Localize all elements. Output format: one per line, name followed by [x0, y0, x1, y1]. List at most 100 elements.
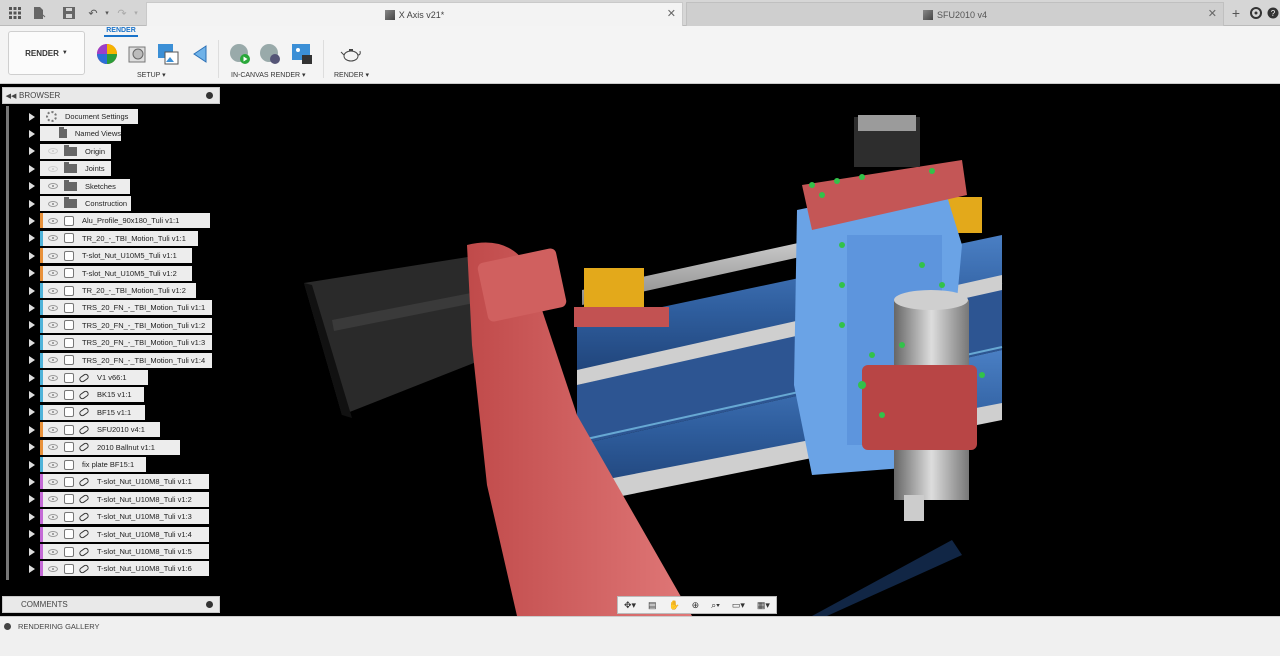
- visibility-eye-icon[interactable]: [48, 322, 58, 329]
- visibility-eye-icon[interactable]: [48, 148, 58, 155]
- browser-tree-row[interactable]: Alu_Profile_90x180_Tuli v1:1: [0, 213, 220, 229]
- expand-arrow-icon[interactable]: [29, 251, 35, 260]
- visibility-eye-icon[interactable]: [48, 531, 58, 538]
- browser-tree-node[interactable]: T-slot_Nut_U10M8_Tuli v1:4: [40, 526, 209, 542]
- browser-tree-row[interactable]: fix plate BF15:1: [0, 457, 220, 472]
- visibility-eye-icon[interactable]: [48, 252, 58, 259]
- in-canvas-render-icon[interactable]: [229, 43, 251, 65]
- workspace-switcher-button[interactable]: RENDER ▼: [8, 31, 85, 75]
- browser-tree-node[interactable]: Sketches: [40, 178, 130, 194]
- in-canvas-settings-icon[interactable]: [259, 43, 281, 65]
- expand-arrow-icon[interactable]: [29, 443, 35, 452]
- expand-arrow-icon[interactable]: [29, 321, 35, 330]
- visibility-eye-icon[interactable]: [48, 200, 58, 207]
- profile-icon[interactable]: [1247, 4, 1265, 22]
- browser-tree-row[interactable]: T-slot_Nut_U10M8_Tuli v1:3: [0, 509, 220, 525]
- visibility-eye-icon[interactable]: [48, 391, 58, 398]
- browser-tree-node[interactable]: T-slot_Nut_U10M8_Tuli v1:5: [40, 544, 209, 559]
- browser-tree-row[interactable]: Sketches: [0, 178, 220, 194]
- browser-tree-row[interactable]: T-slot_Nut_U10M8_Tuli v1:2: [0, 491, 220, 507]
- expand-arrow-icon[interactable]: [29, 530, 35, 539]
- expand-arrow-icon[interactable]: [29, 477, 35, 486]
- grid-settings-icon[interactable]: ▦▾: [757, 600, 770, 611]
- expand-arrow-icon[interactable]: [29, 356, 35, 365]
- browser-tree-node[interactable]: TR_20_-_TBI_Motion_Tuli v1:2: [40, 283, 196, 298]
- expand-arrow-icon[interactable]: [29, 286, 35, 295]
- help-icon[interactable]: ?: [1264, 4, 1280, 22]
- render-teapot-icon[interactable]: [340, 43, 362, 65]
- display-settings-icon[interactable]: ▭▾: [732, 600, 745, 611]
- visibility-eye-icon[interactable]: [48, 235, 58, 242]
- group-label-setup[interactable]: SETUP ▾: [137, 71, 166, 79]
- browser-tree-row[interactable]: TRS_20_FN_-_TBI_Motion_Tuli v1:3: [0, 335, 220, 351]
- app-grid-icon[interactable]: [6, 4, 24, 22]
- group-label-in-canvas-render[interactable]: IN-CANVAS RENDER ▾: [231, 71, 306, 79]
- expand-arrow-icon[interactable]: [29, 199, 35, 208]
- collapse-gallery-icon[interactable]: [4, 622, 11, 630]
- browser-tree-row[interactable]: Joints: [0, 161, 220, 177]
- browser-tree-node[interactable]: fix plate BF15:1: [40, 457, 146, 472]
- expand-arrow-icon[interactable]: [29, 512, 35, 521]
- browser-tree-row[interactable]: Construction: [0, 196, 220, 211]
- browser-tree-row[interactable]: 2010 Ballnut v1:1: [0, 439, 220, 455]
- browser-tree-row[interactable]: V1 v66:1: [0, 370, 220, 385]
- browser-tree-node[interactable]: SFU2010 v4:1: [40, 422, 160, 438]
- browser-tree-node[interactable]: Construction: [40, 196, 131, 211]
- browser-tree-node[interactable]: T-slot_Nut_U10M8_Tuli v1:2: [40, 491, 209, 507]
- tab-x-axis[interactable]: X Axis v21* ✕: [146, 2, 683, 26]
- browser-tree-row[interactable]: BF15 v1:1: [0, 404, 220, 420]
- expand-arrow-icon[interactable]: [29, 460, 35, 469]
- appearance-icon[interactable]: [96, 43, 118, 65]
- visibility-eye-icon[interactable]: [48, 461, 58, 468]
- expand-arrow-icon[interactable]: [29, 373, 35, 382]
- close-tab-icon[interactable]: ✕: [667, 7, 676, 20]
- 3d-viewport[interactable]: [222, 85, 1280, 616]
- new-tab-icon[interactable]: +: [1227, 4, 1245, 22]
- browser-tree-node[interactable]: TRS_20_FN_-_TBI_Motion_Tuli v1:3: [40, 335, 212, 351]
- browser-tree-node[interactable]: Alu_Profile_90x180_Tuli v1:1: [40, 213, 210, 229]
- browser-tree-row[interactable]: TRS_20_FN_-_TBI_Motion_Tuli v1:4: [0, 352, 220, 368]
- browser-tree-row[interactable]: TRS_20_FN_-_TBI_Motion_Tuli v1:2: [0, 317, 220, 333]
- expand-arrow-icon[interactable]: [29, 408, 35, 417]
- expand-arrow-icon[interactable]: [29, 547, 35, 556]
- close-tab-icon[interactable]: ✕: [1208, 7, 1217, 20]
- browser-tree-row[interactable]: T-slot_Nut_U10M5_Tuli v1:1: [0, 248, 220, 264]
- collapse-panel-icon[interactable]: ◀◀: [3, 92, 19, 100]
- visibility-eye-icon[interactable]: [48, 496, 58, 503]
- browser-panel-header[interactable]: ◀◀ BROWSER: [2, 87, 220, 104]
- file-menu-icon[interactable]: [30, 4, 48, 22]
- expand-arrow-icon[interactable]: [29, 338, 35, 347]
- browser-tree-node[interactable]: Document Settings: [40, 109, 138, 124]
- fit-zoom-icon[interactable]: ⌕▾: [711, 600, 720, 611]
- browser-tree-node[interactable]: Named Views: [40, 126, 121, 142]
- visibility-eye-icon[interactable]: [48, 287, 58, 294]
- browser-tree-node[interactable]: Joints: [40, 161, 111, 177]
- visibility-eye-icon[interactable]: [48, 270, 58, 277]
- expand-arrow-icon[interactable]: [29, 425, 35, 434]
- browser-tree-node[interactable]: T-slot_Nut_U10M8_Tuli v1:3: [40, 509, 209, 525]
- zoom-icon[interactable]: ⊕: [692, 600, 700, 611]
- look-at-icon[interactable]: ▤: [648, 600, 657, 611]
- browser-tree-node[interactable]: T-slot_Nut_U10M8_Tuli v1:1: [40, 474, 209, 490]
- tab-sfu2010[interactable]: SFU2010 v4 ✕: [686, 2, 1224, 26]
- visibility-eye-icon[interactable]: [48, 165, 58, 172]
- browser-tree-row[interactable]: T-slot_Nut_U10M8_Tuli v1:6: [0, 561, 220, 577]
- visibility-eye-icon[interactable]: [48, 478, 58, 485]
- visibility-eye-icon[interactable]: [48, 513, 58, 520]
- expand-arrow-icon[interactable]: [29, 303, 35, 312]
- texture-map-icon[interactable]: [157, 43, 179, 65]
- expand-arrow-icon[interactable]: [29, 216, 35, 225]
- browser-tree-row[interactable]: T-slot_Nut_U10M8_Tuli v1:5: [0, 544, 220, 559]
- tab-render[interactable]: RENDER: [104, 27, 138, 37]
- browser-tree-node[interactable]: T-slot_Nut_U10M5_Tuli v1:2: [40, 265, 192, 281]
- browser-tree-row[interactable]: BK15 v1:1: [0, 387, 220, 403]
- expand-arrow-icon[interactable]: [29, 269, 35, 278]
- browser-tree-row[interactable]: Document Settings: [0, 109, 220, 124]
- visibility-eye-icon[interactable]: [48, 409, 58, 416]
- visibility-eye-icon[interactable]: [48, 357, 58, 364]
- browser-tree-node[interactable]: TRS_20_FN_-_TBI_Motion_Tuli v1:1: [40, 300, 212, 316]
- browser-tree-row[interactable]: T-slot_Nut_U10M8_Tuli v1:4: [0, 526, 220, 542]
- browser-tree-node[interactable]: BF15 v1:1: [40, 404, 145, 420]
- visibility-eye-icon[interactable]: [48, 183, 58, 190]
- browser-tree-row[interactable]: SFU2010 v4:1: [0, 422, 220, 438]
